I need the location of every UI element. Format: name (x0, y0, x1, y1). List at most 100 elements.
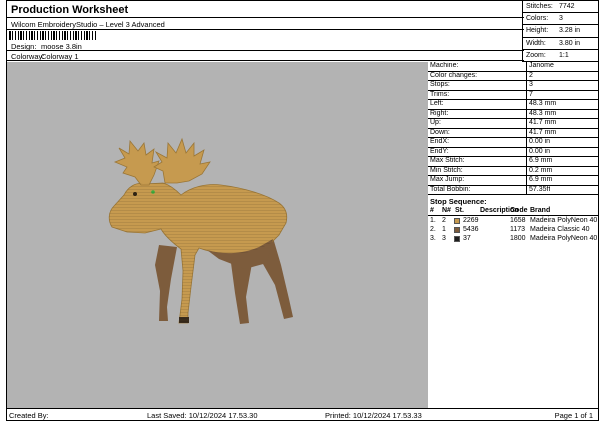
row-brand: Madeira Classic 40 (530, 226, 590, 233)
machine-label: EndX: (428, 138, 527, 147)
machine-value: 48.3 mm (527, 100, 556, 109)
machine-label: EndY: (428, 148, 527, 157)
machine-label: Left: (428, 100, 527, 109)
app-subtitle: Wilcom EmbroideryStudio – Level 3 Advanc… (7, 18, 524, 30)
machine-row: Left:48.3 mm (428, 100, 599, 110)
machine-label: Stops: (428, 81, 527, 90)
machine-value: 3 (527, 81, 533, 90)
row-code: 1173 (510, 226, 525, 233)
col-num: # (430, 207, 434, 214)
stat-label: Colors: (526, 15, 548, 22)
design-barcode (9, 31, 97, 40)
row-stitches: 2269 (463, 217, 479, 224)
machine-label: Up: (428, 119, 527, 128)
machine-label: Trims: (428, 91, 527, 100)
stat-label: Zoom: (526, 52, 546, 59)
stop-sequence-row: 1. 2 2269 1658 Madeira PolyNeon 40 (428, 216, 599, 225)
machine-row: Max Jump:6.9 mm (428, 176, 599, 186)
machine-panel: Machine:Janome Color changes:2 Stops:3 T… (428, 62, 599, 243)
header: Production Worksheet Wilcom EmbroiderySt… (7, 1, 524, 61)
moose-left-antler (115, 141, 159, 185)
machine-label: Max Stitch: (428, 157, 527, 166)
col-needle: N# (442, 207, 451, 214)
page-number: Page 1 of 1 (555, 411, 593, 420)
stats-box: Stitches: 7742 Colors: 3 Height: 3.28 in… (522, 1, 598, 62)
stop-sequence-row: 3. 3 37 1800 Madeira PolyNeon 40 (428, 234, 599, 243)
stat-stitches: Stitches: 7742 (523, 1, 598, 13)
row-num: 1. (430, 217, 436, 224)
machine-label: Color changes: (428, 72, 527, 81)
machine-value: 0.2 mm (527, 167, 552, 176)
row-num: 3. (430, 235, 436, 242)
row-num: 2. (430, 226, 436, 233)
machine-value: 48.3 mm (527, 110, 556, 119)
design-row: Design: moose 3.8in (7, 41, 524, 51)
footer: Created By: Last Saved: 10/12/2024 17.53… (7, 408, 598, 421)
machine-label: Total Bobbin: (428, 186, 527, 195)
last-saved-text: Last Saved: 10/12/2024 17.53.30 (147, 411, 258, 420)
stop-sequence-header: # N# St. Description Code Brand (428, 206, 599, 216)
stat-value: 7742 (559, 3, 575, 10)
machine-value: 41.7 mm (527, 119, 556, 128)
stat-value: 3 (559, 15, 563, 22)
row-stitches: 37 (463, 235, 471, 242)
moose-far-front-leg (155, 245, 177, 321)
machine-row: Color changes:2 (428, 72, 599, 82)
machine-row: Total Bobbin:57.35ft (428, 186, 599, 196)
machine-value: 6.9 mm (527, 157, 552, 166)
row-needle: 2 (442, 217, 446, 224)
stat-label: Width: (526, 40, 546, 47)
created-by-label: Created By: (9, 411, 49, 420)
machine-value: 2 (527, 72, 533, 81)
thread-color-swatch (454, 227, 460, 233)
colorway-row: Colorway: Colorway 1 (7, 51, 524, 61)
row-brand: Madeira PolyNeon 40 (530, 217, 597, 224)
machine-label: Right: (428, 110, 527, 119)
stat-value: 1:1 (559, 52, 569, 59)
machine-value: 0.00 in (527, 148, 550, 157)
machine-value: 6.9 mm (527, 176, 552, 185)
machine-row: Max Stitch:6.9 mm (428, 157, 599, 167)
row-stitches: 5436 (463, 226, 479, 233)
stat-label: Stitches: (526, 3, 553, 10)
printed-text: Printed: 10/12/2024 17.53.33 (325, 411, 422, 420)
stop-sequence-title: Stop Sequence: (428, 195, 599, 206)
machine-value: 41.7 mm (527, 129, 556, 138)
row-needle: 3 (442, 235, 446, 242)
moose-embroidery-design (107, 137, 317, 337)
machine-row: Down:41.7 mm (428, 129, 599, 139)
row-code: 1800 (510, 235, 526, 242)
machine-row: Machine:Janome (428, 62, 599, 72)
stat-zoom: Zoom: 1:1 (523, 50, 598, 62)
machine-value: 57.35ft (527, 186, 550, 195)
machine-row: EndX:0.00 in (428, 138, 599, 148)
col-brand: Brand (530, 207, 550, 214)
stat-label: Height: (526, 27, 548, 34)
row-needle: 1 (442, 226, 446, 233)
row-code: 1658 (510, 217, 526, 224)
col-code: Code (510, 207, 528, 214)
col-stitches: St. (455, 207, 464, 214)
machine-value: 0.00 in (527, 138, 550, 147)
machine-row: Stops:3 (428, 81, 599, 91)
stat-value: 3.80 in (559, 40, 580, 47)
stat-width: Width: 3.80 in (523, 38, 598, 50)
design-canvas (7, 62, 428, 408)
stop-sequence-row: 2. 1 5436 1173 Madeira Classic 40 (428, 225, 599, 234)
machine-label: Machine: (428, 62, 527, 71)
moose-right-antler (154, 139, 210, 183)
thread-color-swatch (454, 218, 460, 224)
stat-height: Height: 3.28 in (523, 25, 598, 37)
machine-label: Min Stitch: (428, 167, 527, 176)
machine-row: Right:48.3 mm (428, 110, 599, 120)
machine-value: Janome (527, 62, 554, 71)
design-value: moose 3.8in (41, 42, 82, 51)
machine-row: Trims:7 (428, 91, 599, 101)
machine-table: Machine:Janome Color changes:2 Stops:3 T… (428, 62, 599, 195)
barcode-row (7, 30, 524, 41)
stat-value: 3.28 in (559, 27, 580, 34)
machine-row: Min Stitch:0.2 mm (428, 167, 599, 177)
row-brand: Madeira PolyNeon 40 (530, 235, 597, 242)
page-title: Production Worksheet (7, 1, 524, 18)
thread-color-swatch (454, 236, 460, 242)
